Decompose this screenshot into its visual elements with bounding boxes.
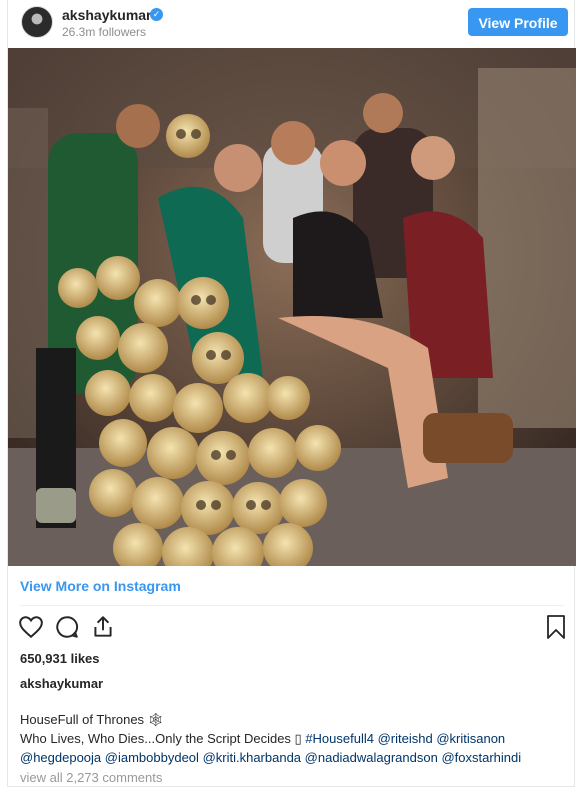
bookmark-icon[interactable] <box>544 614 568 645</box>
mention-link[interactable]: @hegdepooja <box>20 750 101 765</box>
mention-link[interactable]: @riteishd <box>378 731 433 746</box>
divider <box>20 605 564 606</box>
caption: HouseFull of Thrones 🕸 Who Lives, Who Di… <box>20 710 568 767</box>
caption-line-title: HouseFull of Thrones 🕸 <box>20 712 165 727</box>
post-header: akshaykumar ✓ 26.3m followers View Profi… <box>8 0 574 48</box>
view-more-link[interactable]: View More on Instagram <box>20 578 181 594</box>
mention-link[interactable]: @iambobbydeol <box>105 750 199 765</box>
caption-line-body: Who Lives, Who Dies...Only the Script De… <box>20 729 568 767</box>
post-photo-graphic <box>8 48 576 566</box>
username[interactable]: akshaykumar <box>62 7 152 23</box>
mention-link[interactable]: @kritisanon <box>436 731 505 746</box>
action-bar <box>8 614 574 644</box>
caption-text: Who Lives, Who Dies...Only the Script De… <box>20 731 306 746</box>
instagram-embed-card: akshaykumar ✓ 26.3m followers View Profi… <box>7 0 576 787</box>
follower-count: 26.3m followers <box>62 25 147 39</box>
mention-link[interactable]: @nadiadwalagrandson <box>305 750 438 765</box>
mention-link[interactable]: @foxstarhindi <box>441 750 521 765</box>
verified-badge-icon: ✓ <box>150 8 163 21</box>
avatar[interactable] <box>21 6 53 38</box>
view-profile-button[interactable]: View Profile <box>468 8 568 36</box>
view-comments-link[interactable]: view all 2,273 comments <box>20 770 162 785</box>
comment-icon[interactable] <box>54 614 80 645</box>
post-owner[interactable]: akshaykumar <box>20 676 103 691</box>
like-count[interactable]: 650,931 likes <box>20 651 100 666</box>
share-icon[interactable] <box>90 614 116 645</box>
mention-link[interactable]: @kriti.kharbanda <box>203 750 301 765</box>
hashtag-link[interactable]: #Housefull4 <box>305 731 374 746</box>
heart-icon[interactable] <box>18 614 44 645</box>
post-photo[interactable] <box>8 48 576 566</box>
